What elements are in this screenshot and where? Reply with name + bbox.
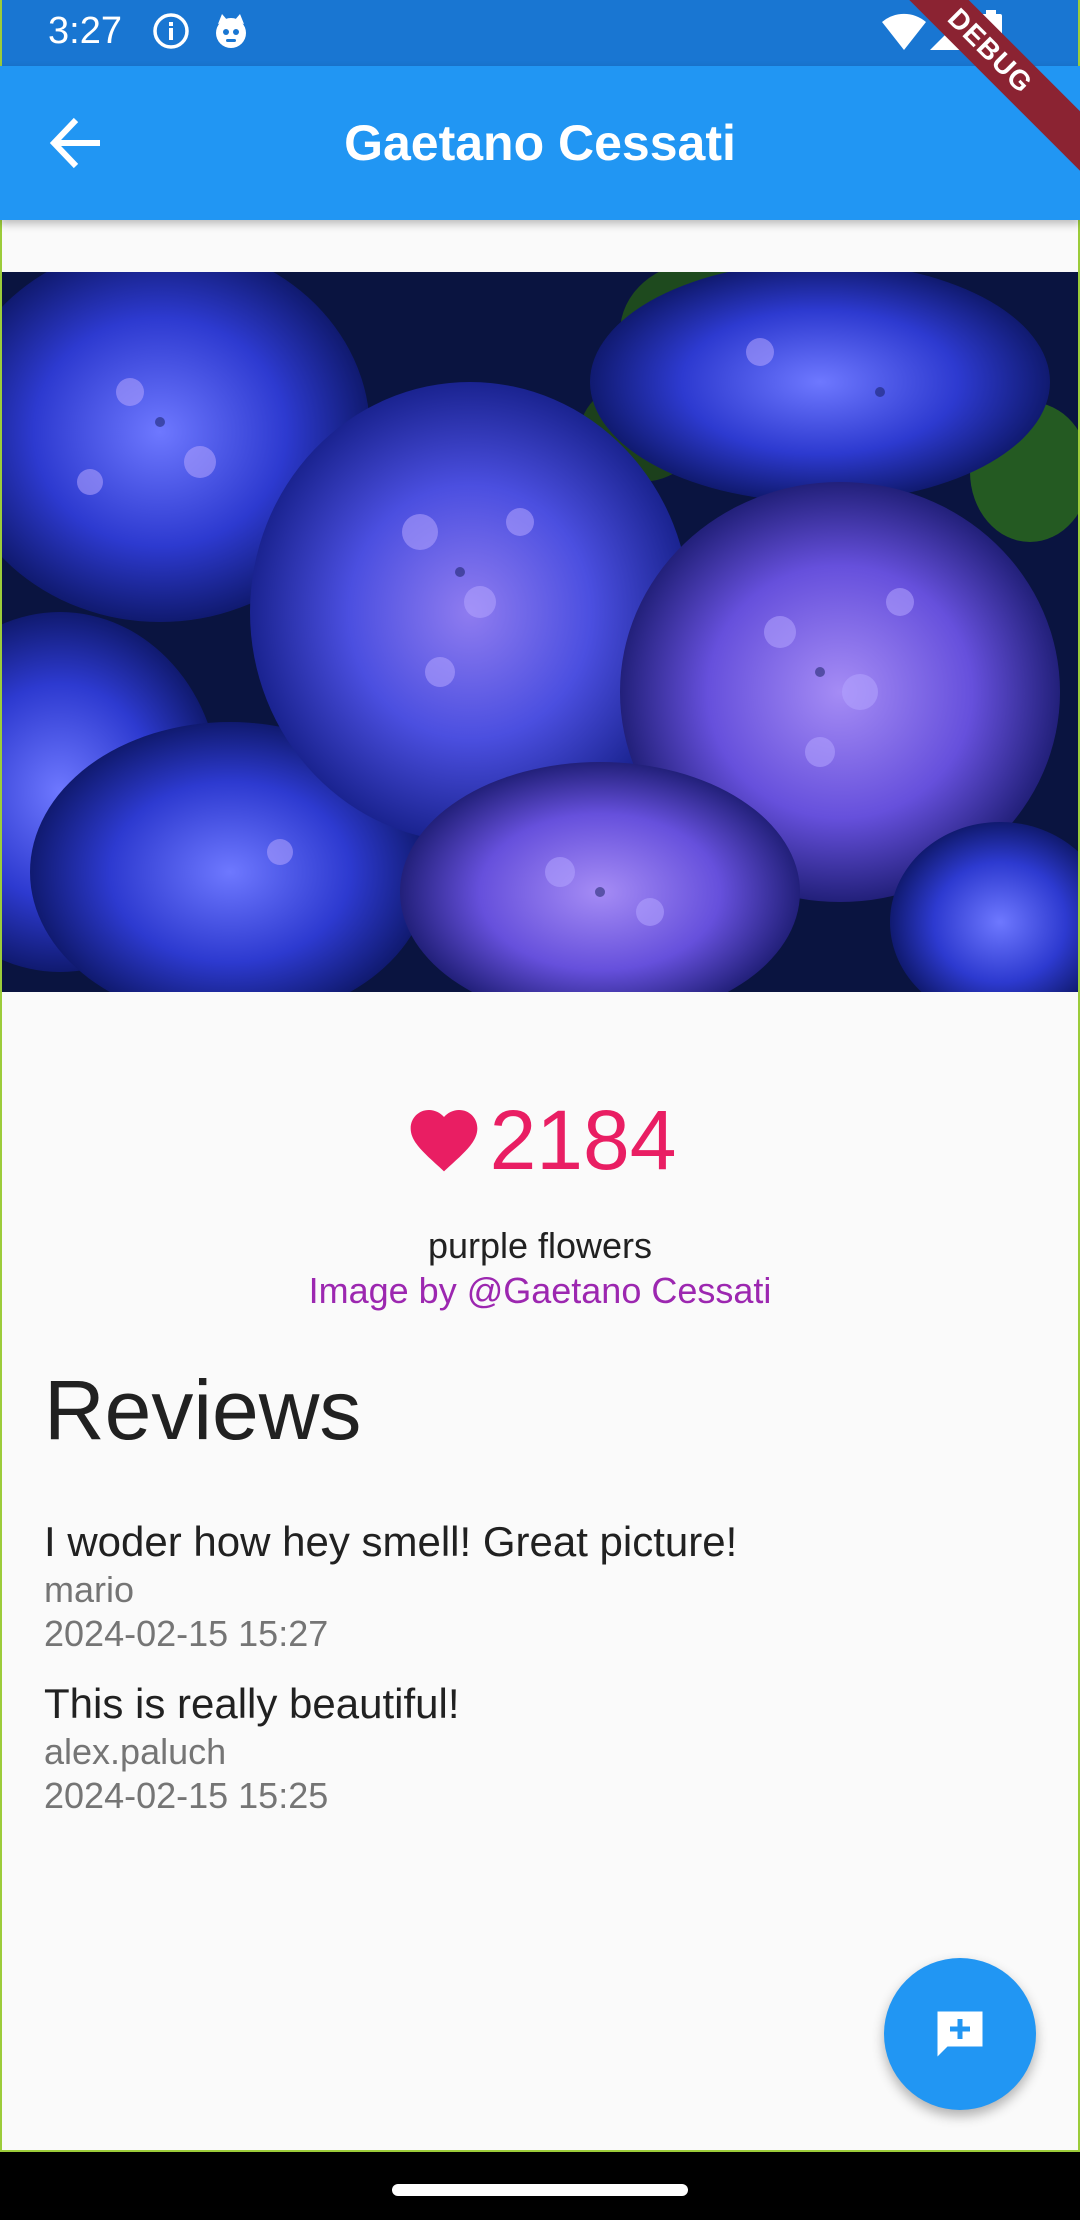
- heart-icon[interactable]: [404, 1100, 484, 1180]
- photo-credit[interactable]: Image by @Gaetano Cessati: [0, 1270, 1080, 1312]
- app-bar: Gaetano Cessati: [0, 66, 1080, 220]
- status-bar: 3:27: [0, 0, 1080, 66]
- cat-face-icon: [212, 12, 250, 50]
- status-time: 3:27: [48, 10, 122, 52]
- app-screen: 3:27 Gaetano Cessati DEBUG 2184 purple f…: [0, 0, 1080, 2220]
- review-item: This is really beautiful! alex.paluch 20…: [44, 1678, 1024, 1818]
- info-icon: [152, 12, 190, 50]
- arrow-back-icon: [49, 117, 100, 169]
- home-indicator[interactable]: [392, 2184, 688, 2196]
- likes-row: 2184: [0, 1090, 1080, 1190]
- review-item: I woder how hey smell! Great picture! ma…: [44, 1516, 1024, 1656]
- flower-photo: [0, 272, 1080, 992]
- photo-title: purple flowers: [427, 1225, 653, 1266]
- review-timestamp: 2024-02-15 15:27: [44, 1613, 329, 1654]
- system-nav-bar: [0, 2152, 1080, 2220]
- back-button[interactable]: [40, 106, 114, 180]
- wifi-icon: [880, 10, 928, 56]
- review-text: This is really beautiful!: [44, 1680, 460, 1727]
- review-author: mario: [44, 1569, 135, 1610]
- add-comment-icon: [937, 2011, 983, 2057]
- review-text: I woder how hey smell! Great picture!: [44, 1518, 738, 1565]
- page-title: Gaetano Cessati: [344, 115, 736, 171]
- like-count: 2184: [489, 1093, 677, 1187]
- add-review-button[interactable]: [884, 1958, 1036, 2110]
- review-timestamp: 2024-02-15 15:25: [44, 1775, 329, 1816]
- review-author: alex.paluch: [44, 1731, 227, 1772]
- reviews-heading: Reviews: [44, 1363, 362, 1457]
